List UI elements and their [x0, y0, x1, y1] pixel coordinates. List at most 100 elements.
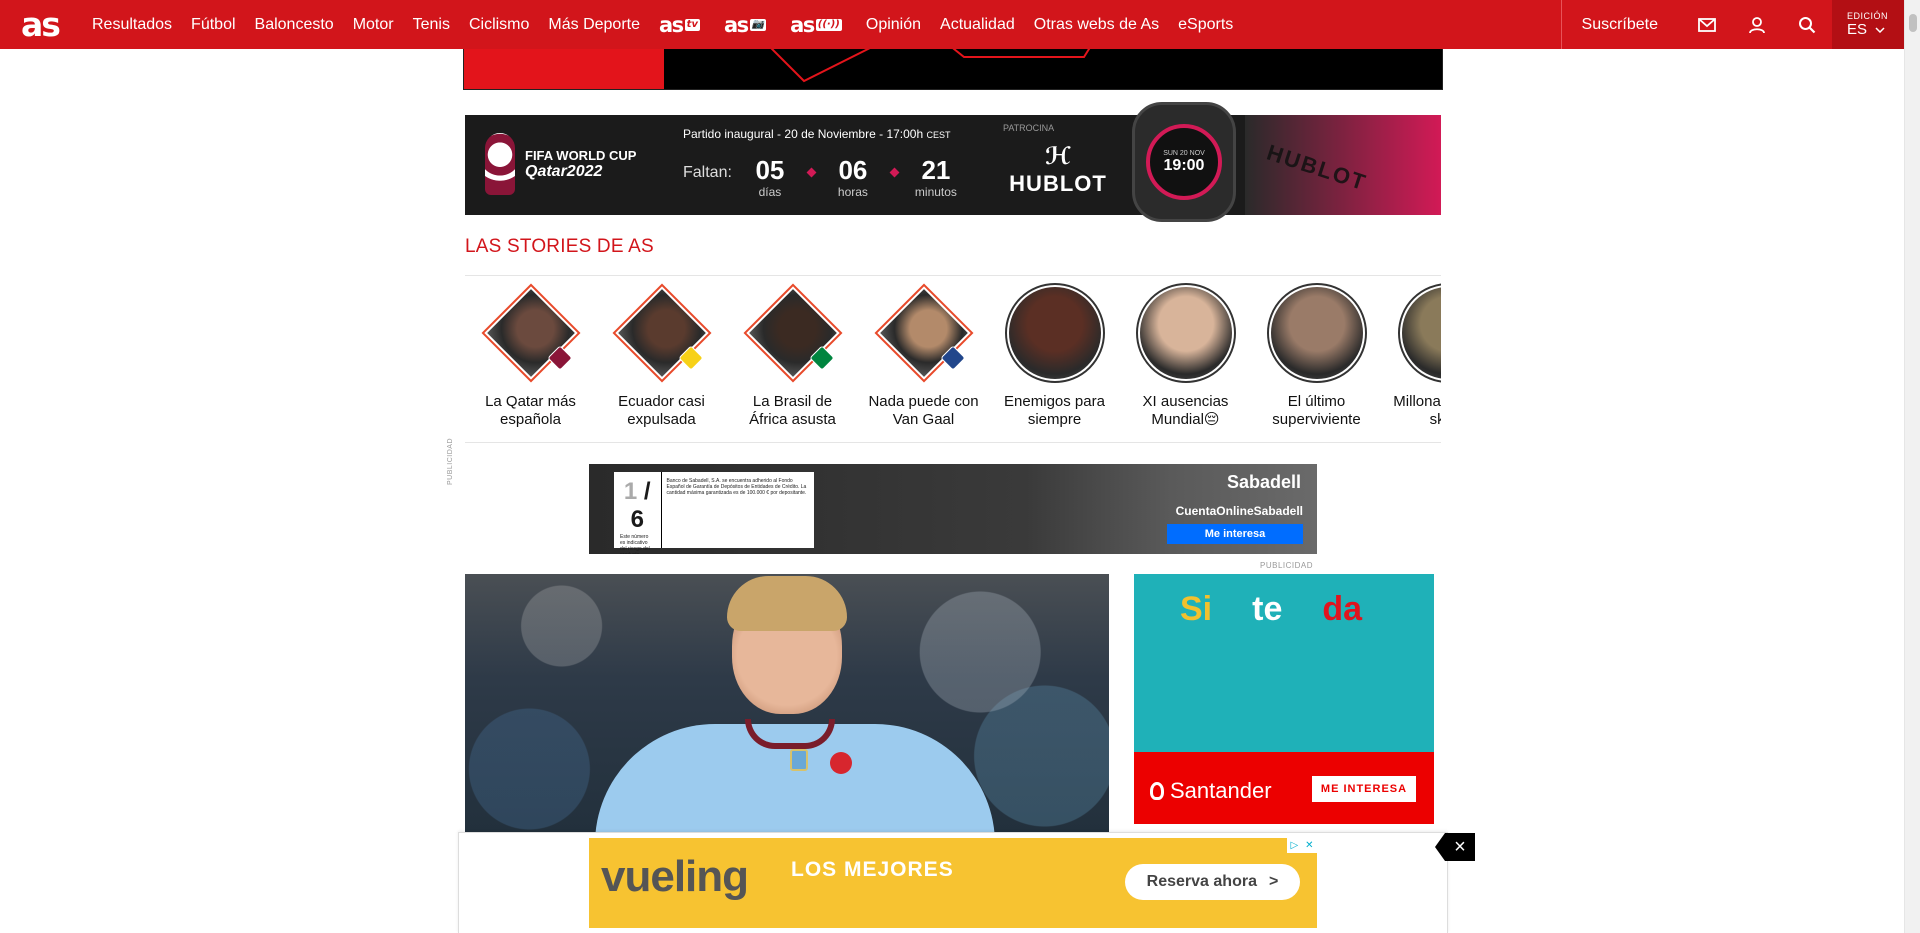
- headline-word: da: [1322, 590, 1363, 628]
- days-label: días: [758, 185, 782, 199]
- subscribe-button[interactable]: Suscríbete: [1560, 0, 1682, 49]
- as-logo[interactable]: as: [10, 0, 70, 49]
- story-image: [1008, 287, 1101, 379]
- story-item[interactable]: Enemigos para siempre: [989, 283, 1120, 433]
- stories-title[interactable]: LAS STORIES DE AS: [465, 236, 654, 258]
- santander-brand: Santander: [1170, 778, 1272, 803]
- story-diamond-frame: [612, 283, 711, 383]
- story-diamond-frame: [743, 283, 842, 383]
- headline-word: Si: [1180, 590, 1213, 628]
- vueling-cta-button[interactable]: Reserva ahora >: [1125, 864, 1300, 900]
- close-icon[interactable]: ×: [1435, 833, 1475, 861]
- countdown-hours: 06 horas: [831, 155, 875, 199]
- story-image: [1401, 287, 1441, 379]
- santander-logo: Santander: [1150, 778, 1272, 804]
- nav-opinion[interactable]: Opinión: [866, 16, 921, 34]
- opening-match-tz: CEST: [926, 130, 951, 140]
- story-item[interactable]: El último superviviente: [1251, 283, 1382, 433]
- brand-name: as: [659, 12, 684, 37]
- story-diamond-frame: [481, 283, 580, 383]
- story-item[interactable]: Millonarios en el skate: [1382, 283, 1441, 433]
- brand-name: as: [723, 12, 749, 37]
- nav-motor[interactable]: Motor: [353, 16, 394, 34]
- radio-icon: ((·)): [815, 18, 842, 31]
- nav-actualidad[interactable]: Actualidad: [940, 16, 1015, 34]
- story-thumbnail: [612, 283, 712, 383]
- story-thumbnail: [1397, 283, 1441, 383]
- story-item[interactable]: Ecuador casi expulsada: [596, 283, 727, 433]
- worldcup-countdown-banner[interactable]: HUBLOT FIFA WORLD CUP Qatar2022 Partido …: [465, 102, 1441, 222]
- opening-match-info: Partido inaugural - 20 de Noviembre - 17…: [683, 127, 951, 141]
- story-item[interactable]: La Brasil de África asusta: [727, 283, 858, 433]
- story-circle-frame: [1266, 283, 1367, 383]
- story-item[interactable]: Nada puede con Van Gaal: [858, 283, 989, 433]
- nav-as-photo[interactable]: as 📷: [723, 12, 767, 37]
- countdown-label: Faltan:: [683, 164, 732, 181]
- sabadell-logo: Sabadell: [1226, 472, 1301, 492]
- adchoices-close-icon: ✕: [1305, 840, 1314, 851]
- stories-carousel[interactable]: La Qatar más española Ecuador casi expuls…: [465, 283, 1441, 433]
- worldcup-logo-line2: Qatar2022: [525, 162, 603, 180]
- santander-headline: Si te da: [1180, 590, 1362, 629]
- nav-baloncesto[interactable]: Baloncesto: [255, 16, 334, 34]
- main-nav: Resultados Fútbol Baloncesto Motor Tenis…: [92, 0, 1252, 49]
- story-thumbnail: [1135, 283, 1236, 383]
- main-article-image[interactable]: [465, 574, 1109, 834]
- story-item[interactable]: XI ausencias Mundial😔: [1120, 283, 1251, 433]
- story-image: [1139, 287, 1232, 379]
- santander-footer: Santander ME INTERESA: [1134, 752, 1434, 824]
- edition-value: ES: [1847, 21, 1904, 38]
- sponsor-label: PATROCINA: [1003, 123, 1055, 133]
- edition-label: EDICIÓN: [1847, 11, 1889, 21]
- vueling-ad[interactable]: vueling LOS MEJORES Reserva ahora > ▷ ✕: [589, 838, 1317, 928]
- sabadell-cta-button[interactable]: Me interesa: [1167, 524, 1303, 544]
- risk-ratio-right: 6: [630, 506, 644, 533]
- mail-icon[interactable]: [1682, 0, 1732, 49]
- story-item[interactable]: La Qatar más española: [465, 283, 596, 433]
- risk-ratio-left: 1: [623, 478, 638, 505]
- story-thumbnail: [481, 283, 581, 383]
- story-thumbnail: [1004, 283, 1105, 383]
- nav-tenis[interactable]: Tenis: [413, 16, 450, 34]
- sabadell-ad[interactable]: 1 / 6 Este número es indicativo del ries…: [589, 464, 1317, 554]
- story-caption: Nada puede con Van Gaal: [868, 393, 979, 428]
- santander-cta-button[interactable]: ME INTERESA: [1312, 776, 1416, 802]
- days-value: 05: [755, 155, 785, 185]
- nav-ciclismo[interactable]: Ciclismo: [469, 16, 529, 34]
- page-scrollbar[interactable]: [1904, 0, 1920, 933]
- poppy-icon: [830, 752, 852, 774]
- story-caption: Enemigos para siempre: [1004, 393, 1105, 428]
- header-actions: Suscríbete EDICIÓN ES: [1560, 0, 1904, 49]
- vueling-headline: LOS MEJORES: [791, 858, 954, 881]
- camera-icon: 📷: [749, 18, 767, 31]
- risk-text: Este número es indicativo del riesgo del…: [620, 534, 650, 554]
- countdown: Faltan: 05 días 06 horas 21 minutos: [683, 155, 958, 199]
- story-caption: Ecuador casi expulsada: [618, 393, 705, 428]
- story-diamond-frame: [874, 283, 973, 383]
- santander-ad[interactable]: Si te da Santander ME INTERESA: [1134, 574, 1434, 824]
- scrollbar-thumb[interactable]: [1909, 14, 1917, 32]
- tv-icon: tv: [684, 18, 700, 31]
- search-icon[interactable]: [1782, 0, 1832, 49]
- nav-otras-webs[interactable]: Otras webs de As: [1034, 16, 1159, 34]
- chevron-down-icon: [1875, 26, 1885, 33]
- separator-diamond: [889, 167, 900, 178]
- nav-as-radio[interactable]: as ((·)): [790, 13, 842, 37]
- separator-diamond: [806, 167, 817, 178]
- nav-mas-deporte[interactable]: Más Deporte: [548, 16, 640, 34]
- brand-name: as: [790, 12, 815, 37]
- user-icon[interactable]: [1732, 0, 1782, 49]
- chevron-right-icon: >: [1268, 873, 1279, 890]
- watch-image: SUN 20 NOV 19:00: [1132, 102, 1236, 222]
- nav-resultados[interactable]: Resultados: [92, 16, 172, 34]
- publicity-label: PUBLICIDAD: [447, 437, 454, 485]
- nav-futbol[interactable]: Fútbol: [191, 16, 235, 34]
- nav-as-tv[interactable]: as tv: [659, 13, 700, 37]
- worldcup-logo: FIFA WORLD CUP Qatar2022: [485, 133, 636, 195]
- watch-face: SUN 20 NOV 19:00: [1146, 124, 1222, 200]
- nav-esports[interactable]: eSports: [1178, 16, 1233, 34]
- worldcup-trophy-icon: [485, 133, 515, 195]
- hours-label: horas: [837, 185, 868, 199]
- edition-selector[interactable]: EDICIÓN ES: [1832, 0, 1904, 49]
- adchoices-icon[interactable]: ▷ ✕: [1287, 838, 1317, 853]
